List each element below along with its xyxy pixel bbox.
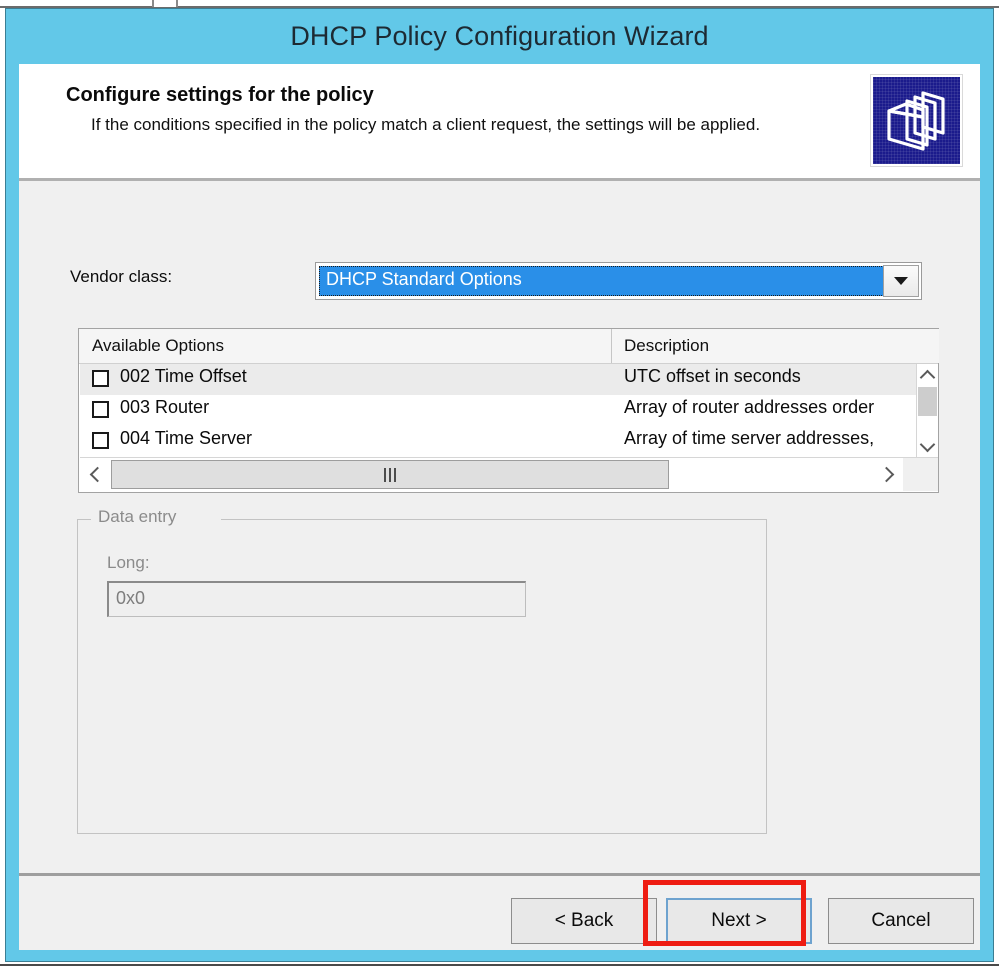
listview-rows: 002 Time Offset UTC offset in seconds 00… xyxy=(80,364,917,457)
data-entry-legend: Data entry xyxy=(94,507,181,527)
chevron-left-glyph xyxy=(89,466,105,483)
dialog-client-area: Configure settings for the policy If the… xyxy=(19,64,980,950)
listview-vertical-scrollbar[interactable] xyxy=(916,364,938,457)
background-window-edge-line-bottom xyxy=(0,964,999,966)
groupbox-border-right xyxy=(221,519,767,520)
vendor-class-selected-value[interactable]: DHCP Standard Options xyxy=(319,266,884,296)
table-row[interactable]: 003 Router Array of router addresses ord… xyxy=(80,395,917,426)
wizard-footer: < Back Next > Cancel xyxy=(19,876,980,950)
option-description: Array of time server addresses, xyxy=(624,428,875,448)
background-window-strip-top xyxy=(0,0,999,8)
available-options-listview[interactable]: Available Options Description 002 Time O… xyxy=(78,328,939,493)
page-title: Configure settings for the policy xyxy=(66,84,374,106)
dialog-titlebar: DHCP Policy Configuration Wizard xyxy=(6,9,993,64)
caret-glyph xyxy=(894,277,908,285)
folders-icon xyxy=(870,74,963,167)
long-field-input[interactable]: 0x0 xyxy=(107,581,526,617)
page-subtitle: If the conditions specified in the polic… xyxy=(91,115,761,134)
vendor-class-combobox[interactable]: DHCP Standard Options xyxy=(315,262,922,300)
option-checkbox[interactable] xyxy=(92,432,109,449)
listview-horizontal-scrollbar[interactable] xyxy=(80,457,938,491)
wizard-header: Configure settings for the policy If the… xyxy=(19,64,980,179)
scrollbar-corner xyxy=(903,458,938,491)
long-field-value: 0x0 xyxy=(116,588,146,608)
chevron-down-icon[interactable] xyxy=(917,435,938,457)
back-button[interactable]: < Back xyxy=(511,898,657,944)
data-entry-groupbox xyxy=(77,519,767,834)
option-description: UTC offset in seconds xyxy=(624,366,801,386)
horizontal-scrollbar-thumb[interactable] xyxy=(111,460,669,489)
chevron-down-glyph xyxy=(919,436,936,452)
wizard-dialog: DHCP Policy Configuration Wizard Configu… xyxy=(5,8,994,962)
vertical-scrollbar-thumb[interactable] xyxy=(918,387,937,416)
table-row[interactable]: 004 Time Server Array of time server add… xyxy=(80,426,917,457)
column-header-available-options[interactable]: Available Options xyxy=(80,329,612,363)
background-window-strip-bottom xyxy=(0,962,999,978)
option-name: 002 Time Offset xyxy=(120,366,247,386)
table-row[interactable]: 002 Time Offset UTC offset in seconds xyxy=(80,364,917,395)
option-checkbox[interactable] xyxy=(92,370,109,387)
option-name: 004 Time Server xyxy=(120,428,253,448)
wizard-body: Vendor class: DHCP Standard Options Avai… xyxy=(19,181,980,885)
option-checkbox[interactable] xyxy=(92,401,109,418)
chevron-up-glyph xyxy=(919,369,936,385)
option-description: Array of router addresses order xyxy=(624,397,875,417)
next-button[interactable]: Next > xyxy=(666,898,812,944)
groupbox-border-left xyxy=(77,519,91,520)
long-field-label: Long: xyxy=(107,553,150,572)
chevron-left-icon[interactable] xyxy=(80,458,110,491)
chevron-right-icon[interactable] xyxy=(873,458,903,491)
cancel-button[interactable]: Cancel xyxy=(828,898,974,944)
dialog-title: DHCP Policy Configuration Wizard xyxy=(290,21,709,51)
chevron-right-glyph xyxy=(878,466,894,483)
chevron-down-icon[interactable] xyxy=(883,265,919,297)
column-header-spacer xyxy=(917,329,939,363)
grip-lines-icon xyxy=(384,467,396,482)
listview-header: Available Options Description xyxy=(79,329,939,364)
vendor-class-label: Vendor class: xyxy=(70,267,173,286)
chevron-up-icon[interactable] xyxy=(917,364,938,386)
vendor-class-value-text: DHCP Standard Options xyxy=(326,269,522,289)
column-header-description[interactable]: Description xyxy=(612,329,917,363)
background-window-notch xyxy=(152,0,178,7)
option-name: 003 Router xyxy=(120,397,210,417)
